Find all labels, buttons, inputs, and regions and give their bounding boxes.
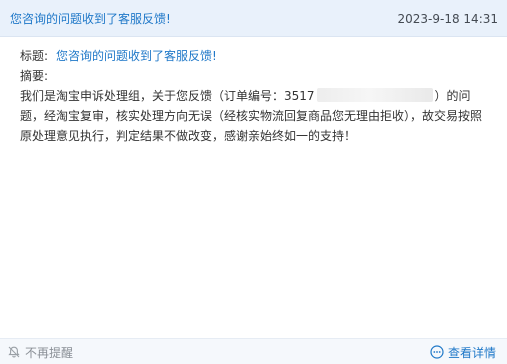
- notification-body: 标题: 您咨询的问题收到了客服反馈! 摘要: 我们是淘宝申诉处理组，关于您反馈（订…: [20, 46, 488, 146]
- no-remind-label: 不再提醒: [25, 345, 74, 360]
- bell-off-icon: [8, 346, 20, 358]
- summary-label: 摘要:: [20, 69, 49, 83]
- content-text-start: 我们是淘宝申诉处理组，关于您反馈（订单编号：3517: [20, 89, 315, 103]
- subject-value: 您咨询的问题收到了客服反馈!: [56, 49, 217, 63]
- notification-window: 您咨询的问题收到了客服反馈! 2023-9-18 14:31 标题: 您咨询的问题…: [0, 0, 507, 364]
- notification-header: 您咨询的问题收到了客服反馈! 2023-9-18 14:31: [0, 0, 507, 37]
- subject-row: 标题: 您咨询的问题收到了客服反馈!: [20, 46, 488, 66]
- view-detail-button[interactable]: 查看详情: [430, 344, 496, 360]
- more-circle-icon: [430, 345, 444, 359]
- subject-label: 标题:: [20, 49, 49, 63]
- no-remind-button[interactable]: 不再提醒: [7, 344, 73, 360]
- notification-footer: 不再提醒 查看详情: [0, 338, 507, 364]
- notification-title: 您咨询的问题收到了客服反馈!: [10, 12, 171, 26]
- view-detail-label: 查看详情: [447, 345, 496, 360]
- summary-content: 我们是淘宝申诉处理组，关于您反馈（订单编号：3517 ）的问题，经淘宝复审，核实处…: [20, 86, 488, 146]
- notification-timestamp: 2023-9-18 14:31: [397, 12, 499, 26]
- redacted-order-number: [316, 88, 433, 102]
- summary-row: 摘要:: [20, 66, 488, 86]
